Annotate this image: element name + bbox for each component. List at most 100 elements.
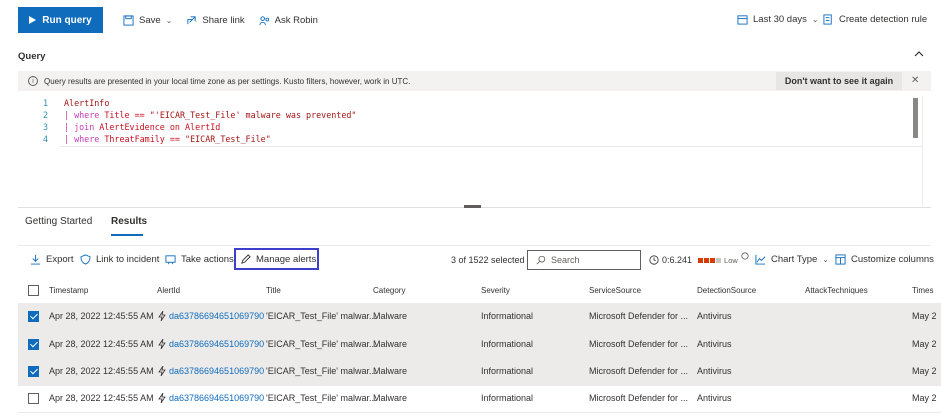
usage-bar [716, 257, 722, 263]
export-button[interactable]: Export [30, 254, 73, 265]
tab-divider [18, 245, 931, 246]
cell-alertid[interactable]: da63786694651069790 [169, 311, 264, 321]
run-query-button[interactable]: Run query [18, 7, 103, 33]
take-actions-button[interactable]: Take actions [165, 254, 234, 265]
column-header-alertid[interactable]: AlertId [157, 286, 180, 295]
usage-level: Low [724, 255, 738, 265]
resize-handle[interactable] [464, 205, 481, 208]
code-text: ThreatFamily == [104, 134, 186, 144]
play-icon [29, 16, 37, 24]
cell-category: Malware [373, 366, 408, 376]
query-line: 2 | where Title == "'EICAR_Test_File' mal… [18, 109, 357, 121]
chevron-up-icon[interactable] [914, 49, 924, 59]
cell-servicesource: Microsoft Defender for ... [589, 393, 689, 403]
cell-severity: Informational [481, 366, 534, 376]
search-placeholder: Search [551, 255, 580, 265]
ask-robin-button[interactable]: Ask Robin [259, 15, 318, 26]
line-number: 4 [42, 134, 48, 144]
create-detection-rule-button[interactable]: Create detection rule [823, 14, 927, 25]
line-number: 2 [42, 110, 48, 120]
column-header-category[interactable]: Category [373, 286, 405, 295]
line-number: 3 [42, 122, 48, 132]
column-header-attacktechniques[interactable]: AttackTechniques [805, 286, 868, 295]
cell-alertid[interactable]: da63786694651069790 [169, 366, 264, 376]
cell-title: 'EICAR_Test_File' malwar... [266, 311, 377, 321]
column-header-servicesource[interactable]: ServiceSource [589, 286, 641, 295]
link-to-incident-button[interactable]: Link to incident [80, 254, 159, 265]
row-checkbox[interactable] [28, 339, 39, 350]
query-timer: 0:6.241 Low [649, 252, 749, 265]
query-editor[interactable]: 1 AlertInfo 2 | where Title == "'EICAR_Tes… [18, 96, 922, 206]
usage-bar [704, 257, 710, 263]
chart-type-dropdown[interactable]: Chart Type ⌄ [755, 254, 829, 265]
table-row[interactable]: Apr 28, 2022 12:45:55 AM da63786694651069… [18, 303, 941, 330]
cell-title: 'EICAR_Test_File' malwar... [266, 393, 377, 403]
column-header-timestamp[interactable]: Timestamp [49, 286, 88, 295]
column-header-times[interactable]: Times [912, 286, 933, 295]
customize-columns-button[interactable]: Customize columns [835, 254, 934, 265]
search-icon [536, 255, 546, 265]
save-button[interactable]: Save ⌄ [123, 15, 172, 26]
column-header-title[interactable]: Title [266, 286, 281, 295]
cell-times: May 2 [912, 366, 937, 376]
share-link-button[interactable]: Share link [186, 14, 245, 26]
line-chart-icon [755, 254, 766, 265]
query-title: Query [18, 51, 46, 62]
search-input[interactable]: Search [527, 250, 641, 270]
customize-columns-label: Customize columns [851, 254, 934, 265]
tab-getting-started[interactable]: Getting Started [25, 216, 92, 227]
code-string: "EICAR_Test_File" [185, 134, 271, 144]
editor-divider [922, 96, 923, 206]
run-query-label: Run query [42, 14, 92, 26]
active-tab-indicator [111, 234, 143, 236]
table-row[interactable]: Apr 28, 2022 12:45:55 AM da63786694651069… [18, 331, 941, 358]
cell-alertid[interactable]: da63786694651069790 [169, 393, 264, 403]
cell-timestamp: Apr 28, 2022 12:45:55 AM [49, 311, 154, 321]
cell-timestamp: Apr 28, 2022 12:45:55 AM [49, 339, 154, 349]
time-range-dropdown[interactable]: Last 30 days ⌄ [737, 14, 819, 25]
chevron-down-icon: ⌄ [811, 15, 819, 24]
column-header-severity[interactable]: Severity [481, 286, 510, 295]
cell-detectionsource: Antivirus [697, 311, 732, 321]
share-icon [187, 15, 196, 24]
usage-bar [698, 257, 704, 263]
cell-alertid[interactable]: da63786694651069790 [169, 339, 264, 349]
tab-results[interactable]: Results [111, 216, 147, 227]
cell-title: 'EICAR_Test_File' malwar... [266, 366, 377, 376]
cell-title: 'EICAR_Test_File' malwar... [266, 339, 377, 349]
row-checkbox[interactable] [28, 366, 39, 377]
editor-scrollbar[interactable] [913, 98, 918, 138]
cell-servicesource: Microsoft Defender for ... [589, 366, 689, 376]
export-label: Export [46, 254, 74, 265]
query-line: 3 | join AlertEvidence on AlertId [18, 121, 220, 133]
save-icon [123, 14, 134, 26]
editor-divider [60, 146, 922, 147]
table-header: Timestamp AlertId Title Category Severit… [18, 280, 941, 302]
select-all-checkbox[interactable] [28, 285, 39, 296]
link-incident-label: Link to incident [96, 254, 160, 265]
info-icon[interactable] [741, 252, 749, 260]
close-icon[interactable]: ✕ [911, 75, 919, 86]
cell-times: May 2 [912, 339, 937, 349]
cell-times: May 2 [912, 393, 937, 403]
cell-severity: Informational [481, 311, 534, 321]
table-row[interactable]: Apr 28, 2022 12:45:55 AM da63786694651069… [18, 385, 941, 412]
code-keyword: | where [64, 110, 105, 120]
cell-timestamp: Apr 28, 2022 12:45:55 AM [49, 393, 154, 403]
share-link-label: Share link [202, 14, 245, 26]
row-checkbox[interactable] [28, 393, 39, 404]
cell-severity: Informational [481, 393, 534, 403]
info-text: Query results are presented in your loca… [44, 76, 411, 86]
row-checkbox[interactable] [28, 311, 39, 322]
query-line: 1 AlertInfo [18, 97, 109, 109]
clock-icon [649, 255, 659, 265]
column-header-detectionsource[interactable]: DetectionSource [697, 286, 756, 295]
resource-usage-bars [698, 257, 722, 263]
table-row[interactable]: Apr 28, 2022 12:45:55 AM da63786694651069… [18, 358, 941, 385]
rule-icon [823, 14, 832, 25]
highlight-box [234, 248, 319, 270]
dismiss-banner-button[interactable]: Don't want to see it again [776, 72, 902, 90]
cell-servicesource: Microsoft Defender for ... [589, 339, 689, 349]
take-actions-label: Take actions [181, 254, 234, 265]
cell-detectionsource: Antivirus [697, 366, 732, 376]
